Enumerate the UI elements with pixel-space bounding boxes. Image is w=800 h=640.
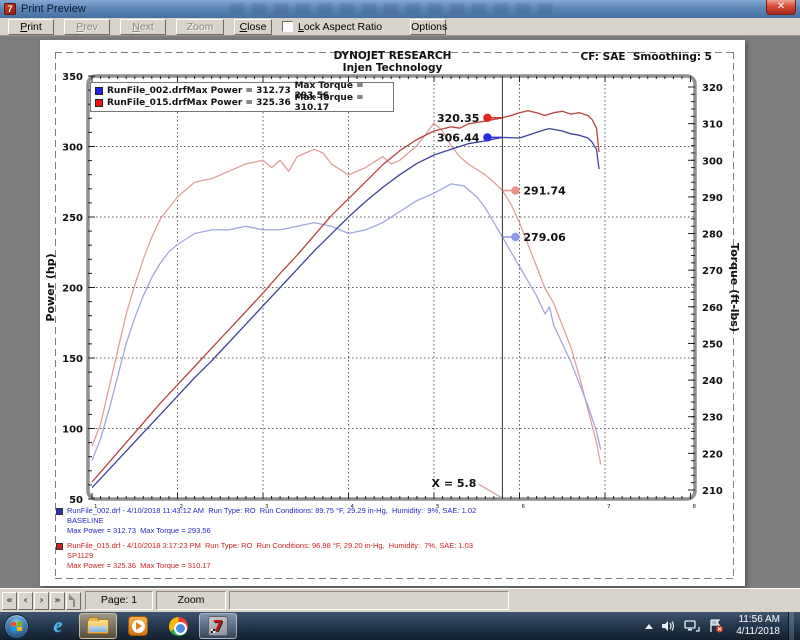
close-button[interactable]: ✕	[766, 0, 796, 15]
legend-swatch-red	[95, 99, 103, 107]
network-icon[interactable]	[684, 619, 700, 633]
svg-text:291.74: 291.74	[523, 185, 566, 198]
svg-text:300: 300	[702, 156, 723, 167]
legend-swatch-blue	[95, 87, 103, 95]
next-page-button[interactable]: ›	[34, 592, 49, 610]
zoom-panel: Zoom	[156, 591, 226, 610]
svg-text:320: 320	[702, 83, 723, 94]
volume-icon[interactable]	[661, 619, 676, 633]
titlebar-ghost-text	[230, 3, 560, 14]
toolbar: Print Prev Next Zoom Out Close Lock Aspe…	[0, 18, 800, 36]
svg-text:150: 150	[62, 354, 83, 365]
print-button[interactable]: Print	[8, 19, 54, 35]
close-preview-button[interactable]: Close	[234, 19, 272, 35]
svg-text:320.35: 320.35	[437, 112, 479, 125]
run-swatch-blue	[56, 508, 63, 515]
svg-text:270: 270	[702, 266, 723, 277]
run-swatch-red	[56, 543, 63, 550]
svg-text:200: 200	[62, 284, 83, 295]
first-page-button[interactable]: «	[2, 592, 17, 610]
svg-text:Torque (ft-lbs): Torque (ft-lbs)	[728, 243, 741, 332]
svg-text:250: 250	[62, 213, 83, 224]
svg-text:250: 250	[702, 339, 723, 350]
status-empty-panel	[229, 591, 509, 610]
svg-text:280: 280	[702, 230, 723, 241]
preview-area: DYNOJET RESEARCH Injen Technology CF: SA…	[0, 36, 800, 588]
page-setup-button[interactable]	[66, 592, 81, 610]
zoom-out-button[interactable]: Zoom Out	[176, 19, 224, 35]
svg-text:279.06: 279.06	[523, 231, 566, 244]
next-button[interactable]: Next	[120, 19, 166, 35]
options-button[interactable]: Options	[410, 19, 446, 35]
legend-row: RunFile_015.drf Max Power = 325.36 Max T…	[95, 97, 389, 109]
dyno-chart: 350 300 250 200 150 100 50 320 310 300 290 280 270 26…	[40, 40, 745, 586]
prev-page-button[interactable]: ‹	[18, 592, 33, 610]
svg-text:50: 50	[69, 495, 83, 506]
winpep-app-icon[interactable]: 7	[199, 613, 237, 639]
lock-aspect-label[interactable]: Lock Aspect Ratio	[298, 21, 382, 33]
svg-text:100: 100	[62, 425, 83, 436]
svg-text:240: 240	[702, 376, 723, 387]
show-desktop-button[interactable]	[788, 612, 794, 640]
page-icon	[73, 594, 75, 607]
chrome-icon[interactable]	[159, 613, 197, 639]
statusbar: « ‹ › » Page: 1 Zoom	[0, 588, 800, 612]
svg-text:260: 260	[702, 303, 723, 314]
window-title: Print Preview	[21, 3, 86, 15]
svg-text:8: 8	[693, 504, 697, 510]
taskbar-clock[interactable]: 11:56 AM 4/11/2018	[736, 614, 780, 638]
screen: 7 Print Preview ✕ Print Prev Next Zoom O…	[0, 0, 800, 640]
taskbar: e 7 11:56 AM 4/11/2018	[0, 612, 800, 640]
svg-text:290: 290	[702, 193, 723, 204]
system-tray: 11:56 AM 4/11/2018	[645, 612, 800, 640]
page-number-panel: Page: 1	[85, 591, 153, 610]
svg-text:300: 300	[62, 143, 83, 154]
windows-explorer-icon[interactable]	[79, 613, 117, 639]
svg-text:306.44: 306.44	[437, 131, 480, 144]
svg-text:350: 350	[62, 72, 83, 83]
start-button[interactable]	[4, 614, 29, 639]
action-center-icon[interactable]	[708, 619, 724, 633]
svg-text:210: 210	[702, 486, 723, 497]
svg-text:6: 6	[522, 504, 526, 510]
folder-icon	[87, 619, 109, 634]
windows-logo-icon	[11, 621, 23, 632]
run-info-footer: RunFile_002.drf - 4/10/2018 11:43:12 AM …	[56, 506, 476, 576]
run-info-baseline: RunFile_002.drf - 4/10/2018 11:43:12 AM …	[56, 506, 476, 536]
lock-aspect-checkbox[interactable]	[282, 21, 293, 32]
media-player-icon[interactable]	[119, 613, 157, 639]
svg-text:220: 220	[702, 449, 723, 460]
window-titlebar[interactable]: 7 Print Preview ✕	[0, 0, 800, 18]
preview-page: DYNOJET RESEARCH Injen Technology CF: SA…	[40, 40, 745, 586]
svg-text:230: 230	[702, 413, 723, 424]
prev-button[interactable]: Prev	[64, 19, 110, 35]
svg-text:310: 310	[702, 120, 723, 131]
chart-legend: RunFile_002.drf Max Power = 312.73 Max T…	[90, 82, 394, 112]
last-page-button[interactable]: »	[50, 592, 65, 610]
svg-text:7: 7	[607, 504, 611, 510]
tray-expand-icon[interactable]	[645, 624, 653, 629]
run-info-sp1129: RunFile_015.drf - 4/10/2018 3:17:23 PM R…	[56, 541, 476, 571]
app-icon: 7	[4, 3, 16, 15]
internet-explorer-icon[interactable]: e	[39, 613, 77, 639]
svg-text:X = 5.8: X = 5.8	[432, 477, 477, 490]
svg-text:Power (hp): Power (hp)	[44, 253, 57, 321]
